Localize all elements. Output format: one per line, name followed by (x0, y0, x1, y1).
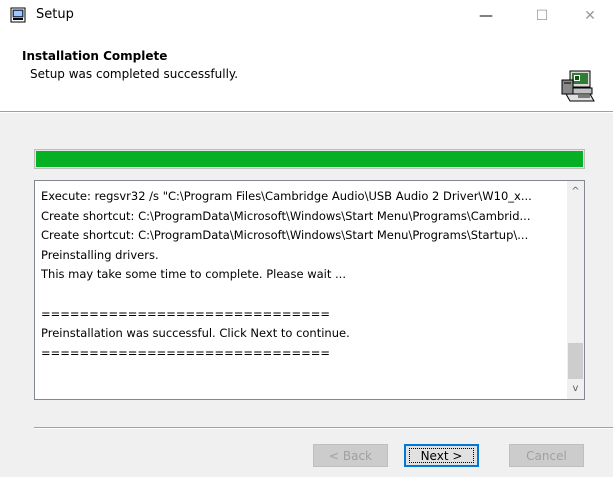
page-title: Installation Complete (22, 49, 168, 63)
log-line: ============================== (41, 345, 331, 360)
footer-divider-highlight (34, 428, 613, 429)
progress-fill (36, 151, 583, 167)
back-button[interactable]: < Back (313, 444, 388, 467)
log-line: Create shortcut: C:\ProgramData\Microsof… (41, 208, 531, 223)
log-line: Create shortcut: C:\ProgramData\Microsof… (41, 228, 529, 243)
cancel-button-label: Cancel (526, 448, 567, 463)
title-bar[interactable]: Setup — ☐ ✕ (0, 0, 613, 31)
scroll-down-icon[interactable]: v (567, 380, 584, 397)
scroll-thumb[interactable] (568, 343, 583, 379)
log-line: This may take some time to complete. Ple… (41, 267, 346, 282)
window-title: Setup (36, 7, 74, 22)
setup-app-icon (10, 7, 26, 23)
wizard-header: Installation Complete Setup was complete… (0, 31, 613, 112)
progress-bar (34, 149, 585, 169)
log-lines: Execute: regsvr32 /s "C:\Program Files\C… (41, 187, 560, 363)
details-log[interactable]: Execute: regsvr32 /s "C:\Program Files\C… (34, 180, 585, 400)
cancel-button[interactable]: Cancel (509, 444, 584, 467)
focus-rectangle (409, 448, 474, 463)
next-button[interactable]: Next > (404, 444, 479, 467)
close-button[interactable]: ✕ (567, 0, 613, 31)
log-line: Preinstalling drivers. (41, 247, 159, 262)
log-line: ============================== (41, 306, 331, 321)
scroll-up-icon[interactable]: ^ (567, 183, 584, 200)
vertical-scrollbar[interactable]: ^ v (567, 181, 584, 399)
setup-window: Setup — ☐ ✕ Installation Complete Setup … (0, 0, 613, 477)
log-line: Execute: regsvr32 /s "C:\Program Files\C… (41, 189, 532, 203)
log-line: Preinstallation was successful. Click Ne… (41, 326, 350, 341)
page-subtitle: Setup was completed successfully. (30, 67, 239, 81)
header-divider (0, 112, 613, 113)
computer-installer-icon (561, 70, 595, 102)
maximize-button[interactable]: ☐ (519, 0, 565, 31)
minimize-button[interactable]: — (463, 0, 509, 31)
back-button-label: < Back (328, 448, 372, 463)
